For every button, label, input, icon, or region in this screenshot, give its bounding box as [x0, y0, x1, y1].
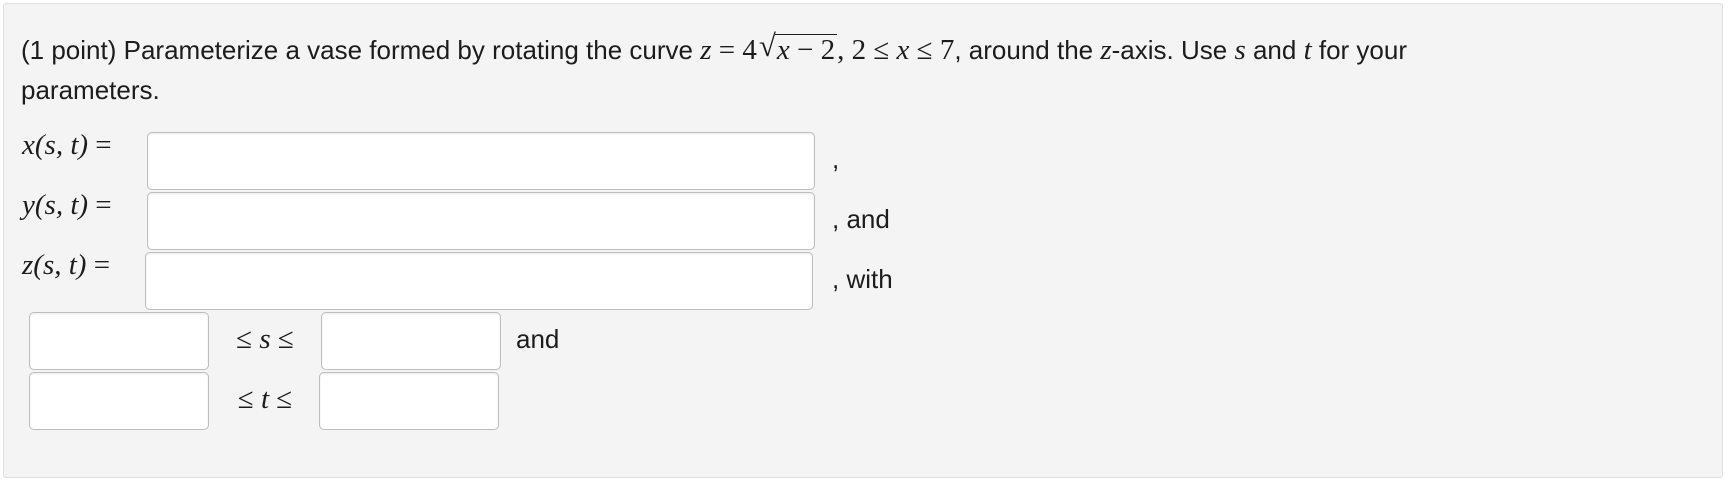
y-trailing: , and [832, 204, 890, 234]
statement-text-c: -axis. Use [1111, 35, 1235, 65]
s-bound-label: ≤ s ≤ [226, 319, 304, 359]
y-args: (s, t) [34, 189, 89, 221]
y-equation-label: y(s, t) = [22, 185, 112, 225]
z-args: (s, t) [33, 249, 87, 281]
curve-range-b: ≤ 7 [909, 34, 955, 66]
z-equals: = [86, 249, 111, 281]
t-lower-bound-input[interactable] [29, 372, 209, 430]
z-expression-input[interactable] [145, 252, 813, 310]
curve-eq: = 4 [711, 34, 757, 66]
curve-range-a: , 2 ≤ [837, 34, 897, 66]
y-func: y [22, 189, 35, 221]
t-relation-right: ≤ [269, 383, 293, 415]
x-equation-label: x(s, t) = [22, 125, 112, 165]
radical-sign-icon: √ [758, 28, 776, 63]
x-equals: = [88, 129, 112, 161]
problem-statement: (1 point) Parameterize a vase formed by … [21, 28, 1711, 75]
t-upper-bound-input[interactable] [319, 372, 499, 430]
s-trailing: and [516, 324, 560, 354]
t-relation-left: ≤ [237, 383, 261, 415]
t-bound-label: ≤ t ≤ [226, 379, 304, 419]
s-relation-right: ≤ [270, 323, 294, 355]
axis-var: z [1100, 34, 1112, 66]
s-relation-left: ≤ [236, 323, 260, 355]
statement-text-e: for your [1311, 35, 1408, 65]
square-root: √ x − 2 [759, 28, 838, 70]
x-args: (s, t) [34, 129, 89, 161]
y-equals: = [88, 189, 112, 221]
s-lower-bound-input[interactable] [29, 312, 209, 370]
statement-text-b: , around the [954, 35, 1101, 65]
t-var: t [260, 383, 270, 415]
z-trailing: , with [832, 264, 893, 294]
param-s: s [1234, 34, 1246, 66]
param-t: t [1303, 34, 1312, 66]
x-expression-input[interactable] [147, 132, 815, 190]
s-var: s [259, 323, 271, 355]
statement-line-2: parameters. [21, 75, 160, 105]
x-trailing: , [832, 144, 840, 174]
problem-container: (1 point) Parameterize a vase formed by … [3, 3, 1723, 478]
z-equation-label: z(s, t) = [22, 245, 110, 285]
points-label: (1 point) [21, 35, 117, 65]
radicand-var: x [776, 34, 790, 66]
y-expression-input[interactable] [147, 192, 815, 250]
s-upper-bound-input[interactable] [321, 312, 501, 370]
x-func: x [22, 129, 35, 161]
curve-lhs: z [700, 34, 712, 66]
statement-text-a: Parameterize a vase formed by rotating t… [116, 35, 701, 65]
curve-range-var: x [896, 34, 910, 66]
radicand-rest: − 2 [789, 34, 836, 66]
statement-text-d: and [1245, 35, 1304, 65]
z-func: z [22, 249, 34, 281]
